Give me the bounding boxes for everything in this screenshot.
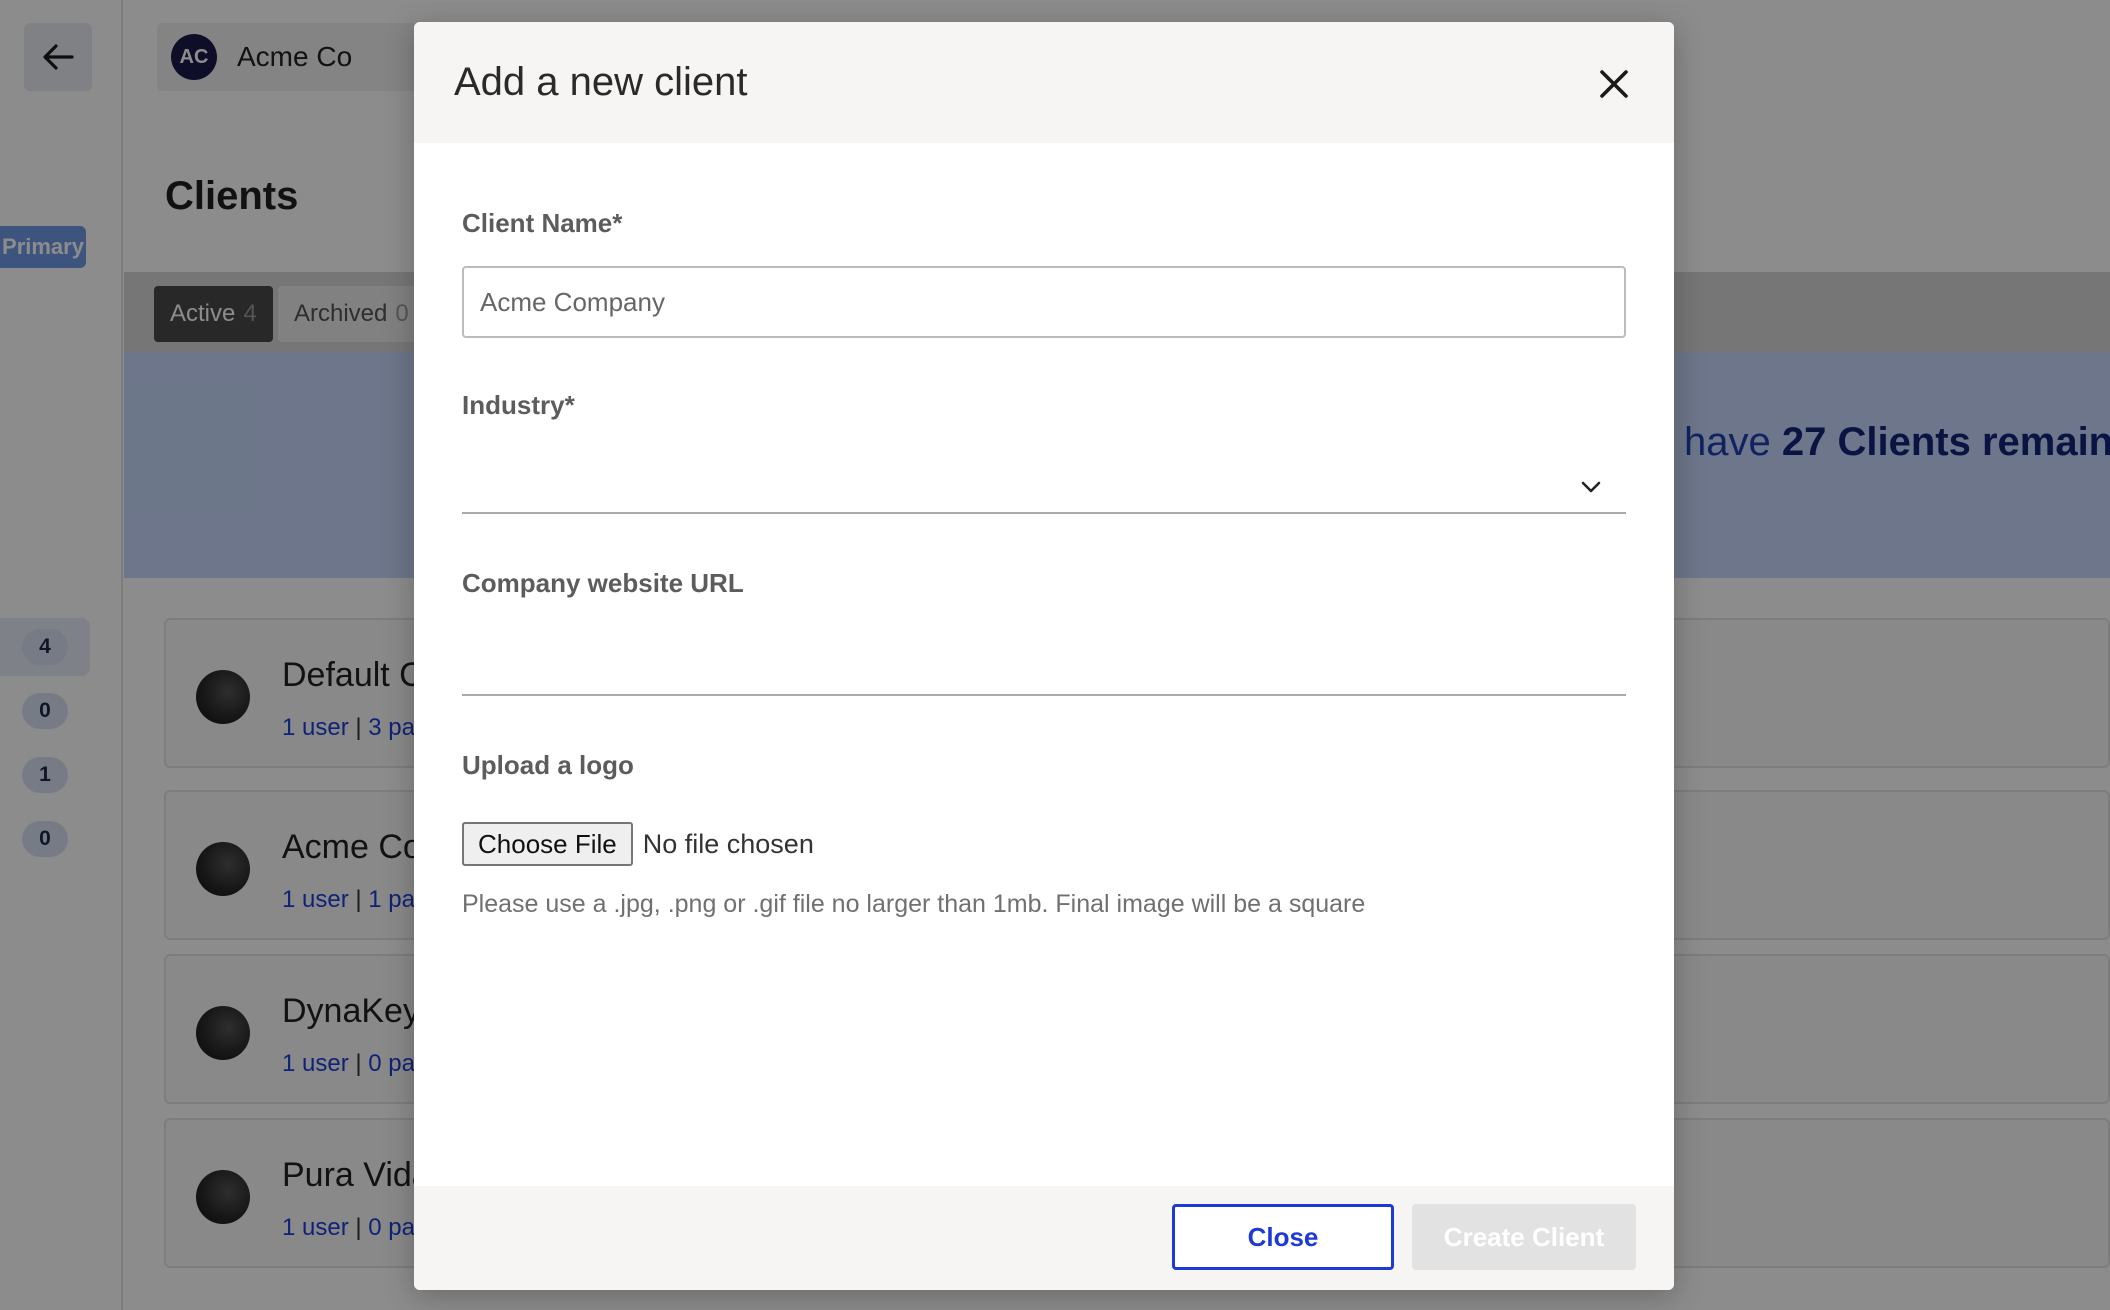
close-button[interactable]: Close xyxy=(1172,1204,1394,1270)
client-name-label: Client Name* xyxy=(462,208,623,238)
website-url-input[interactable] xyxy=(462,642,1626,696)
modal-header: Add a new client xyxy=(414,22,1674,143)
modal-footer: Close Create Client xyxy=(414,1186,1674,1290)
add-client-modal: Add a new client Client Name* Industry* … xyxy=(414,22,1674,1290)
industry-label: Industry* xyxy=(462,390,575,420)
industry-select[interactable] xyxy=(462,466,1626,514)
client-name-input[interactable] xyxy=(462,266,1626,338)
create-client-button[interactable]: Create Client xyxy=(1412,1204,1636,1270)
file-status: No file chosen xyxy=(642,828,814,859)
choose-file-button[interactable]: Choose File xyxy=(462,822,633,866)
chevron-down-icon xyxy=(1581,481,1601,493)
logo-label: Upload a logo xyxy=(462,750,634,780)
modal-title: Add a new client xyxy=(454,60,748,104)
logo-help-text: Please use a .jpg, .png or .gif file no … xyxy=(462,890,1366,918)
close-icon[interactable] xyxy=(1594,64,1634,104)
website-label: Company website URL xyxy=(462,568,744,598)
logo-file-input: Choose File No file chosen xyxy=(462,822,814,866)
